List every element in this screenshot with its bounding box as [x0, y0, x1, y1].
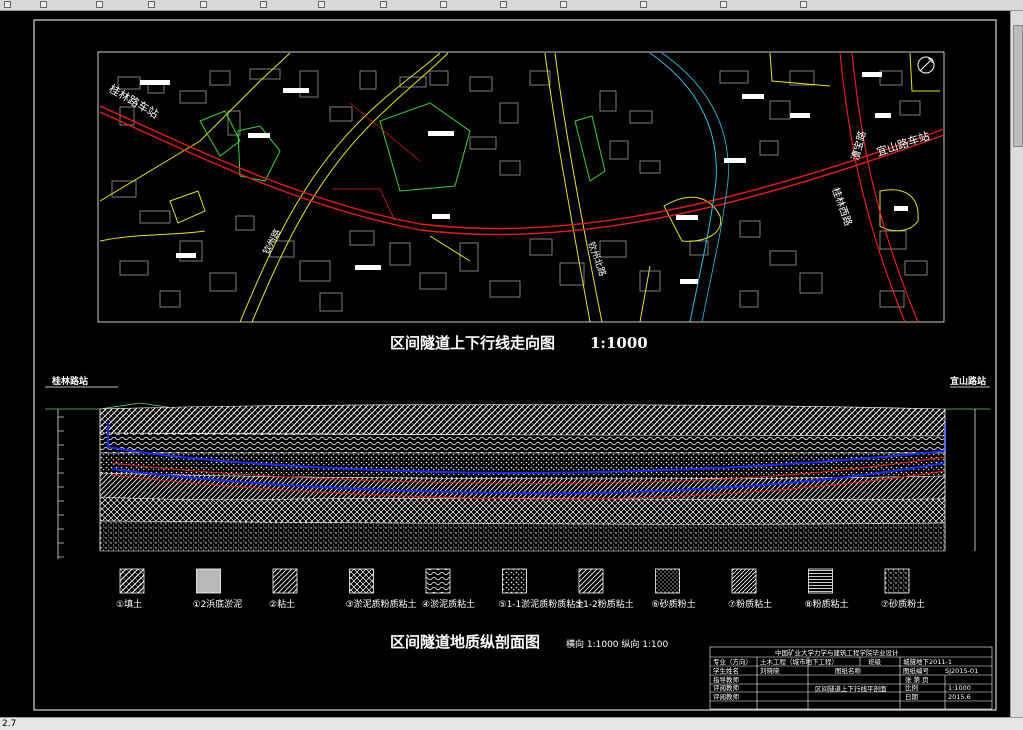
tb-student-label: 学生姓名	[713, 666, 739, 675]
tb-defense-label: 评阅教师	[713, 692, 740, 701]
legend-swatch	[655, 568, 680, 594]
legend-swatch	[502, 568, 527, 594]
legend-label: ⑦粉质粘土	[728, 598, 772, 610]
tb-no: SJ2015-01	[945, 667, 978, 675]
legend-label: ⑥砂质粉土	[652, 598, 696, 610]
tb-class: 城隧地下2011-1	[903, 657, 952, 666]
redo-icon[interactable]	[440, 1, 447, 8]
paste-icon[interactable]	[318, 1, 325, 8]
pan-icon[interactable]	[500, 1, 507, 8]
help-icon[interactable]	[800, 1, 807, 8]
tb-sheet-label: 张 第 页	[905, 675, 929, 684]
profile-title: 区间隧道地质纵剖面图	[390, 633, 540, 651]
new-file-icon[interactable]	[4, 1, 11, 8]
tb-drawing-name: 区间隧道上下行线平剖面	[815, 684, 887, 693]
toolbar	[0, 0, 1023, 11]
geological-profile: 桂林路站 宜山路站	[45, 375, 990, 559]
open-file-icon[interactable]	[40, 1, 47, 8]
profile-scale: 横向 1:1000 纵向 1:100	[566, 638, 668, 650]
legend-label: ⑦砂质粉土	[881, 598, 925, 610]
legend-swatch	[119, 568, 145, 594]
legend-swatch	[196, 568, 221, 594]
legend-label: ①填土	[116, 598, 142, 610]
map-title: 区间隧道上下行线走向图	[390, 334, 555, 352]
copy-icon[interactable]	[260, 1, 267, 8]
legend-swatch	[349, 568, 374, 594]
legend: ①填土 ①2浜底淤泥 ②粘土 ③淤泥质粉质粘土 ④淤泥质粘土 ⑤1-1淤泥质粉质粘土⑤1-…	[116, 568, 925, 610]
map-border	[97, 51, 945, 323]
profile-station-right: 宜山路站	[950, 375, 986, 387]
tb-major-label: 专业（方向）	[713, 657, 752, 666]
plan-map: 桂林路车站 宜山路车站 钦州路 钦州北路 桂林西路 漕宝路	[97, 51, 945, 323]
vertical-scrollbar[interactable]	[1010, 11, 1023, 717]
profile-station-left: 桂林路站	[51, 375, 88, 387]
scrollbar-thumb[interactable]	[1013, 25, 1023, 147]
legend-swatch	[578, 568, 604, 594]
drawing-canvas[interactable]: 桂林路车站 宜山路车站 钦州路 钦州北路 桂林西路 漕宝路 区间隧道上下行线走向…	[0, 11, 1010, 717]
tb-student: 刘晓晓	[760, 666, 780, 675]
tb-drawing-name-label: 图纸名称	[835, 666, 862, 675]
legend-swatch	[425, 568, 451, 594]
title-block-text: 中国矿业大学力学与建筑工程学院毕业设计 专业（方向） 土木工程（城市地下工程） …	[713, 648, 978, 701]
tb-date: 2015.6	[948, 693, 971, 701]
tb-no-label: 图纸编号	[903, 666, 930, 675]
legend-label: ②粘土	[269, 598, 295, 610]
legend-label: ①2浜底淤泥	[193, 598, 243, 610]
map-scale: 1:1000	[590, 334, 648, 352]
print-icon[interactable]	[148, 1, 155, 8]
coordinate-readout: 2.7	[2, 719, 17, 729]
properties-icon[interactable]	[640, 1, 647, 8]
tb-tutor-label: 指导教师	[713, 675, 740, 684]
tb-reviewer-label: 评阅教师	[713, 683, 740, 692]
tb-date-label: 日期	[905, 693, 919, 701]
legend-swatch	[731, 568, 757, 594]
undo-icon[interactable]	[380, 1, 387, 8]
tb-school: 中国矿业大学力学与建筑工程学院毕业设计	[775, 648, 899, 657]
tb-scale-label: 比例	[905, 683, 918, 692]
legend-swatch	[272, 568, 298, 594]
tb-scale: 1:1000	[948, 684, 971, 692]
save-icon[interactable]	[96, 1, 103, 8]
legend-label: ⑤1-2粉质粘土	[575, 598, 634, 610]
legend-swatch	[808, 568, 833, 594]
legend-label: ⑧粉质粘土	[805, 598, 849, 610]
tb-major: 土木工程（城市地下工程）	[760, 657, 838, 666]
legend-label: ④淤泥质粘土	[422, 598, 475, 610]
legend-swatch	[884, 568, 910, 594]
zoom-icon[interactable]	[560, 1, 567, 8]
legend-label: ③淤泥质粉质粘土	[346, 598, 417, 610]
layer-icon[interactable]	[720, 1, 727, 8]
legend-label: ⑤1-1淤泥质粉质粘土	[499, 598, 585, 610]
status-bar: 2.7	[0, 717, 1023, 730]
tb-class-label: 班级	[868, 657, 882, 666]
cut-icon[interactable]	[200, 1, 207, 8]
